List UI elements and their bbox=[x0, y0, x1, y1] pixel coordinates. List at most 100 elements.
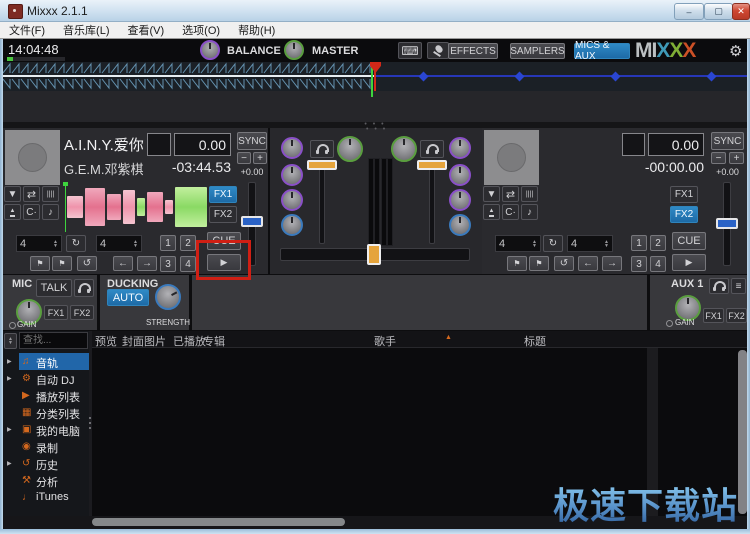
deck2-pitch-down-button[interactable]: − bbox=[711, 152, 726, 164]
samplers-button[interactable]: SAMPLERS bbox=[510, 43, 565, 59]
deck1-repeat-icon[interactable]: ⇄ bbox=[23, 186, 40, 202]
expand-arrow-icon[interactable]: ▶ bbox=[7, 358, 12, 365]
deck1-volume-slider[interactable] bbox=[319, 162, 325, 244]
sidebar-item-analysis[interactable]: ⚒ 分析 bbox=[3, 472, 89, 489]
menu-file[interactable]: 文件(F) bbox=[0, 22, 54, 38]
mic-fx1-button[interactable]: FX1 bbox=[44, 305, 68, 320]
deck1-cover-art[interactable] bbox=[5, 130, 60, 185]
sidebar-item-recordings[interactable]: ◉ 录制 bbox=[3, 438, 89, 455]
mics-aux-button[interactable]: MICS & AUX bbox=[574, 40, 630, 62]
menu-view[interactable]: 查看(V) bbox=[119, 22, 174, 38]
deck1-fx2-button[interactable]: FX2 bbox=[209, 206, 237, 223]
keyboard-icon[interactable]: ⌨ bbox=[398, 42, 422, 59]
deck1-pitch-down-button[interactable]: − bbox=[237, 152, 251, 164]
deck1-quantize-icon[interactable]: C· bbox=[23, 204, 40, 220]
deck2-loop-in-icon[interactable]: ⚑ bbox=[507, 256, 527, 271]
deck2-pitch-up-button[interactable]: + bbox=[729, 152, 744, 164]
deck1-beatloop-toggle-icon[interactable]: ↻ bbox=[66, 235, 86, 252]
deck1-slip-icon[interactable]: |||| bbox=[42, 186, 59, 202]
deck2-beatloop-toggle-icon[interactable]: ↻ bbox=[543, 235, 563, 252]
deck1-loop-in-icon[interactable]: ⚑ bbox=[30, 256, 50, 271]
mic-fx2-button[interactable]: FX2 bbox=[70, 305, 94, 320]
mic-talk-button[interactable]: TALK bbox=[36, 279, 72, 297]
column-album[interactable]: 专辑 bbox=[203, 333, 225, 349]
deck2-cue-button[interactable]: CUE bbox=[672, 232, 706, 250]
deck1-summary-waveform[interactable] bbox=[61, 182, 209, 232]
deck2-slip-icon[interactable]: |||| bbox=[521, 186, 538, 202]
deck1-sync-button[interactable]: SYNC bbox=[237, 132, 267, 150]
column-played[interactable]: 已播放 bbox=[173, 333, 206, 349]
menu-help[interactable]: 帮助(H) bbox=[229, 22, 284, 38]
deck1-headphone-button[interactable] bbox=[310, 140, 334, 158]
deck2-beatloop-size[interactable]: 4 ▲ ▼ bbox=[495, 235, 541, 252]
expand-arrow-icon[interactable]: ▶ bbox=[7, 426, 12, 433]
sidebar-item-autodj[interactable]: ▶ ⚙ 自动 DJ bbox=[3, 370, 89, 387]
crossfader-handle[interactable] bbox=[367, 244, 381, 265]
ducking-strength-knob[interactable] bbox=[155, 284, 181, 310]
horizontal-scrollbar-thumb[interactable] bbox=[92, 518, 345, 526]
deck1-volume-slider-handle[interactable] bbox=[307, 160, 337, 170]
deck1-pitch-slider-handle[interactable] bbox=[241, 216, 263, 227]
deck2-beatjump-forward-icon[interactable]: → bbox=[602, 256, 622, 271]
deck2-loop-out-icon[interactable]: ⚑ bbox=[529, 256, 549, 271]
deck2-beatjump-size[interactable]: 4 ▲ ▼ bbox=[567, 235, 613, 252]
vertical-scrollbar-thumb[interactable] bbox=[738, 350, 747, 514]
aux-headphone-button[interactable] bbox=[709, 278, 729, 294]
deck2-eject-icon[interactable]: ▲ bbox=[483, 204, 500, 220]
deck1-eq-low-knob[interactable] bbox=[281, 189, 303, 211]
deck1-eq-high-knob[interactable] bbox=[281, 137, 303, 159]
ducking-auto-button[interactable]: AUTO bbox=[107, 289, 149, 306]
deck2-headphone-button[interactable] bbox=[420, 140, 444, 158]
gear-icon[interactable]: ⚙ bbox=[729, 42, 742, 60]
search-input[interactable] bbox=[19, 332, 88, 349]
minimize-button[interactable]: – bbox=[674, 3, 704, 20]
deck2-reloop-icon[interactable]: ↺ bbox=[554, 256, 574, 271]
deck1-hotcue-4[interactable]: 4 bbox=[180, 256, 196, 272]
deck2-play-button[interactable]: ▶ bbox=[672, 254, 706, 271]
expand-arrow-icon[interactable]: ▶ bbox=[7, 460, 12, 467]
deck2-hotcue-3[interactable]: 3 bbox=[631, 256, 647, 272]
balance-knob[interactable] bbox=[200, 40, 220, 60]
deck2-fx2-button[interactable]: FX2 bbox=[670, 206, 698, 223]
deck1-gain-knob[interactable] bbox=[337, 136, 363, 162]
column-preview[interactable]: 预览 bbox=[95, 333, 117, 349]
maximize-button[interactable]: ▢ bbox=[704, 3, 733, 20]
column-title[interactable]: 标题 bbox=[524, 333, 546, 349]
deck2-passthrough-icon[interactable]: ▼ bbox=[483, 186, 500, 202]
deck2-volume-slider-handle[interactable] bbox=[417, 160, 447, 170]
deck2-beatjump-back-icon[interactable]: ← bbox=[578, 256, 598, 271]
deck2-volume-slider[interactable] bbox=[429, 162, 435, 244]
deck2-repeat-icon[interactable]: ⇄ bbox=[502, 186, 519, 202]
titlebar[interactable]: Mixxx 2.1.1 – ▢ ✕ bbox=[0, 0, 750, 22]
menu-options[interactable]: 选项(O) bbox=[173, 22, 229, 38]
deck2-eq-low-knob[interactable] bbox=[449, 189, 471, 211]
sidebar-item-crates[interactable]: ▦ 分类列表 bbox=[3, 404, 89, 421]
search-spinner[interactable]: ▲ ▼ bbox=[4, 333, 17, 349]
deck2-hotcue-1[interactable]: 1 bbox=[631, 235, 647, 251]
deck1-filter-knob[interactable] bbox=[281, 214, 303, 236]
expand-arrow-icon[interactable]: ▶ bbox=[7, 375, 12, 382]
aux-eq-button[interactable]: ≡ bbox=[731, 278, 746, 294]
aux-fx1-button[interactable]: FX1 bbox=[703, 308, 724, 323]
deck2-fx1-button[interactable]: FX1 bbox=[670, 186, 698, 203]
deck1-beatloop-size[interactable]: 4 ▲ ▼ bbox=[16, 235, 62, 252]
deck1-passthrough-icon[interactable]: ▼ bbox=[4, 186, 21, 202]
sidebar-item-tracks[interactable]: ▶ ♫ 音轨 bbox=[3, 353, 89, 370]
deck2-eq-high-knob[interactable] bbox=[449, 137, 471, 159]
deck2-cover-art[interactable] bbox=[484, 130, 539, 185]
waveform-deck1[interactable] bbox=[3, 62, 747, 91]
deck1-reloop-icon[interactable]: ↺ bbox=[77, 256, 97, 271]
deck1-pitch-up-button[interactable]: + bbox=[253, 152, 267, 164]
sidebar-item-history[interactable]: ▶ ↺ 历史 bbox=[3, 455, 89, 472]
mixer-splitter-handle[interactable]: • • • bbox=[366, 126, 387, 133]
deck2-gain-knob[interactable] bbox=[391, 136, 417, 162]
deck1-beatjump-forward-icon[interactable]: → bbox=[137, 256, 157, 271]
deck1-keylock-icon[interactable]: ♪ bbox=[42, 204, 59, 220]
broadcast-icon[interactable] bbox=[427, 42, 449, 59]
mic-headphone-button[interactable] bbox=[74, 279, 94, 297]
deck1-hotcue-2[interactable]: 2 bbox=[180, 235, 196, 251]
deck2-keylock-icon[interactable]: ♪ bbox=[521, 204, 538, 220]
effects-button[interactable]: EFFECTS bbox=[448, 43, 498, 59]
column-artist[interactable]: 歌手 bbox=[374, 333, 396, 349]
deck2-filter-knob[interactable] bbox=[449, 214, 471, 236]
